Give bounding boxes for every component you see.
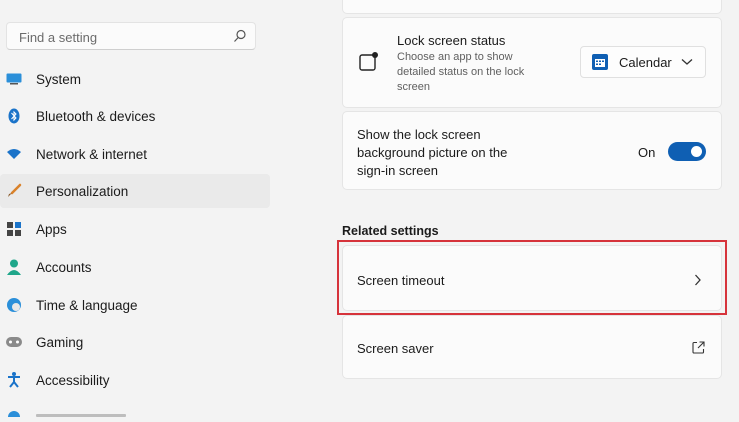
- lock-screen-status-description-1: Choose an app to show: [397, 51, 513, 63]
- search-box[interactable]: [6, 22, 256, 51]
- wifi-icon: [6, 146, 22, 162]
- person-icon: [6, 259, 22, 275]
- background-sign-in-label-3: sign-in screen: [357, 163, 438, 178]
- lock-screen-status-icon: [359, 52, 378, 71]
- system-icon: [6, 71, 22, 87]
- screen-saver-label: Screen saver: [357, 341, 434, 356]
- background-sign-in-label-2: background picture on the: [357, 145, 508, 160]
- sidebar-item-personalization[interactable]: Personalization: [0, 174, 270, 208]
- lock-screen-status-description-3: screen: [397, 81, 431, 93]
- sidebar-item-system[interactable]: System: [0, 62, 270, 96]
- sidebar-item-label: Gaming: [36, 334, 84, 350]
- screen-timeout-label: Screen timeout: [357, 273, 445, 288]
- background-sign-in-label-1: Show the lock screen: [357, 127, 481, 142]
- globe-clock-icon: [6, 297, 22, 313]
- chevron-right-icon[interactable]: [694, 274, 702, 286]
- sidebar-item-label: Bluetooth & devices: [36, 108, 156, 124]
- chevron-down-icon: [681, 59, 693, 65]
- sidebar-item-label: Network & internet: [36, 146, 148, 162]
- accessibility-icon: [6, 372, 22, 388]
- lock-screen-status-title: Lock screen status: [397, 33, 506, 48]
- sidebar-item-label: Personalization: [36, 183, 129, 199]
- brush-icon: [6, 183, 22, 199]
- background-sign-in-toggle[interactable]: [668, 142, 706, 161]
- sidebar-item-network[interactable]: Network & internet: [0, 137, 270, 171]
- dropdown-selected-value: Calendar: [619, 55, 672, 70]
- gamepad-icon: [6, 334, 22, 350]
- sidebar-item-label: System: [36, 71, 82, 87]
- sidebar-item-bluetooth[interactable]: Bluetooth & devices: [0, 99, 270, 133]
- search-icon[interactable]: [233, 29, 247, 43]
- related-settings-heading: Related settings: [342, 224, 439, 238]
- sidebar-item-label: Accessibility: [36, 372, 110, 388]
- sidebar-item-label: Time & language: [36, 297, 138, 313]
- sidebar-item-label: Apps: [36, 221, 67, 237]
- calendar-icon: [592, 54, 608, 70]
- sidebar-item-gaming[interactable]: Gaming: [0, 325, 270, 359]
- sidebar-item-accessibility[interactable]: Accessibility: [0, 363, 270, 397]
- apps-icon: [6, 221, 22, 237]
- previous-setting-card: [342, 0, 722, 14]
- sidebar-item-partial: [0, 404, 280, 422]
- sidebar: System Bluetooth & devices Network & int…: [0, 0, 280, 422]
- lock-screen-status-description-2: detailed status on the lock: [397, 66, 525, 78]
- bluetooth-icon: [6, 108, 22, 124]
- lock-screen-status-dropdown[interactable]: Calendar: [580, 46, 706, 78]
- toggle-state-label: On: [638, 145, 656, 160]
- open-external-icon[interactable]: [692, 341, 705, 354]
- sidebar-item-accounts[interactable]: Accounts: [0, 250, 270, 284]
- sidebar-item-apps[interactable]: Apps: [0, 212, 270, 246]
- search-input[interactable]: [17, 23, 231, 51]
- sidebar-item-label: Accounts: [36, 259, 92, 275]
- sidebar-item-time-language[interactable]: Time & language: [0, 288, 270, 322]
- toggle-knob: [691, 146, 702, 157]
